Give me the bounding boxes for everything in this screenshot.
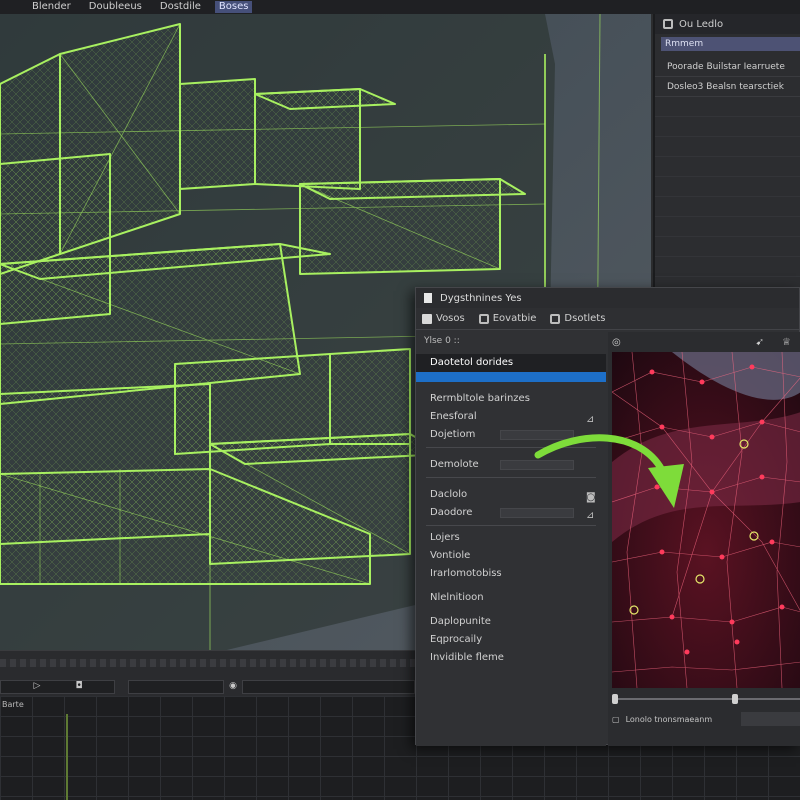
play-icon[interactable]: ▷: [30, 680, 44, 694]
cube-icon: [422, 313, 432, 324]
scrub-start-handle[interactable]: [612, 694, 618, 704]
preview-toolbar: ◎ ➹ ♕: [608, 332, 800, 352]
property-item[interactable]: Dojetiom: [416, 426, 606, 444]
tool-label: Dsotlets: [564, 313, 606, 324]
tool-voxels[interactable]: Vosos: [422, 313, 465, 324]
preview-pane: ◎ ➹ ♕ ▢ Lonolo tnonsmaeanm: [608, 332, 800, 746]
selection-highlight: [416, 372, 606, 382]
preview-scrubber[interactable]: [612, 694, 800, 704]
menu-item-2[interactable]: Doubleeus: [85, 1, 146, 13]
outliner-title: Ou Ledlo: [679, 18, 724, 30]
crown-icon[interactable]: ♕: [782, 337, 791, 348]
edit-icon: [478, 313, 489, 324]
outliner-icon: [663, 19, 673, 29]
property-item[interactable]: Rermbltole barinzes: [416, 390, 606, 408]
timeline-start-field[interactable]: [128, 680, 224, 694]
property-item[interactable]: Enesforal ⊿: [416, 408, 606, 426]
tool-label: Eovatbie: [492, 313, 537, 324]
record-icon[interactable]: ◉: [226, 680, 240, 694]
properties-dialog: Dygsthnines Yes Vosos Eovatbie Dsotlets …: [415, 287, 800, 746]
preview-status-text: Lonolo tnonsmaeanm: [625, 714, 713, 724]
dialog-title-bar[interactable]: Dygsthnines Yes: [416, 288, 799, 308]
red-mesh: [612, 352, 800, 688]
property-label: Demolote: [430, 459, 479, 470]
property-filter-bar[interactable]: Ylse 0 ::: [416, 332, 606, 350]
property-label: Rermbltole barinzes: [430, 393, 530, 404]
tool-editable[interactable]: Eovatbie: [478, 313, 537, 324]
list-item[interactable]: Daplopunite: [416, 613, 606, 631]
list-item[interactable]: Invidible fleme: [416, 649, 606, 667]
property-label: Daclolo: [430, 489, 468, 500]
outliner-row[interactable]: Dosleo3 Bealsn tearsctiek: [655, 77, 800, 97]
property-item[interactable]: Daclolo ◙: [416, 486, 606, 504]
pin-icon[interactable]: ⊿: [586, 507, 594, 525]
property-list: Ylse 0 :: Daotetol dorides Rermbltole ba…: [416, 332, 606, 746]
graph-label: Barte: [2, 700, 24, 709]
list-item[interactable]: Eqprocaily: [416, 631, 606, 649]
property-field[interactable]: [500, 508, 574, 518]
property-item[interactable]: Daodore ⊿: [416, 504, 606, 522]
list-item[interactable]: Vontiole: [416, 547, 606, 565]
property-item[interactable]: Demolote: [416, 456, 606, 474]
property-label: Daodore: [430, 507, 473, 518]
scrub-end-handle[interactable]: [732, 694, 738, 704]
timeline-ruler[interactable]: [0, 659, 415, 667]
property-field[interactable]: [500, 430, 574, 440]
dialog-title: Dygsthnines Yes: [440, 292, 522, 304]
menu-item-3[interactable]: Dostdile: [156, 1, 205, 13]
keyframe-icon[interactable]: ◘: [72, 680, 86, 694]
list-item[interactable]: Nlelnitioon: [416, 589, 606, 607]
list-item[interactable]: Lojers: [416, 529, 606, 547]
preview-status-field[interactable]: [741, 712, 800, 726]
arrow-icon[interactable]: ➹: [756, 337, 764, 348]
tool-label: Vosos: [436, 313, 465, 324]
property-item-selected[interactable]: Daotetol dorides: [416, 354, 606, 372]
dialog-toolbar: Vosos Eovatbie Dsotlets: [416, 308, 799, 330]
outliner-row[interactable]: Poorade Builstar Iearruete: [655, 57, 800, 77]
preview-status: ▢ Lonolo tnonsmaeanm: [612, 712, 800, 726]
mesh-preview[interactable]: [612, 352, 800, 688]
timeline-controls: ▷ ◘ ◉: [0, 650, 415, 696]
list-item[interactable]: Irarlomotobiss: [416, 565, 606, 583]
property-label: Enesforal: [430, 411, 477, 422]
outliner-header: Ou Ledlo: [655, 14, 800, 34]
menu-bar: Blender Doubleeus Dostdile Boses: [0, 0, 800, 14]
app-icon: [424, 293, 432, 303]
menu-item-4[interactable]: Boses: [214, 1, 253, 13]
property-label: Dojetiom: [430, 429, 476, 440]
playhead-marker[interactable]: [66, 714, 68, 800]
target-icon[interactable]: ◎: [612, 337, 621, 348]
info-icon: ▢: [612, 714, 620, 724]
outliner-subheader[interactable]: Rmmem: [661, 37, 800, 51]
brush-icon: [550, 313, 561, 324]
menu-item-1[interactable]: Blender: [28, 1, 75, 13]
timeline-frame-field[interactable]: [0, 680, 115, 694]
tool-details[interactable]: Dsotlets: [550, 313, 605, 324]
timeline-end-field[interactable]: [242, 680, 415, 694]
property-field[interactable]: [500, 460, 574, 470]
